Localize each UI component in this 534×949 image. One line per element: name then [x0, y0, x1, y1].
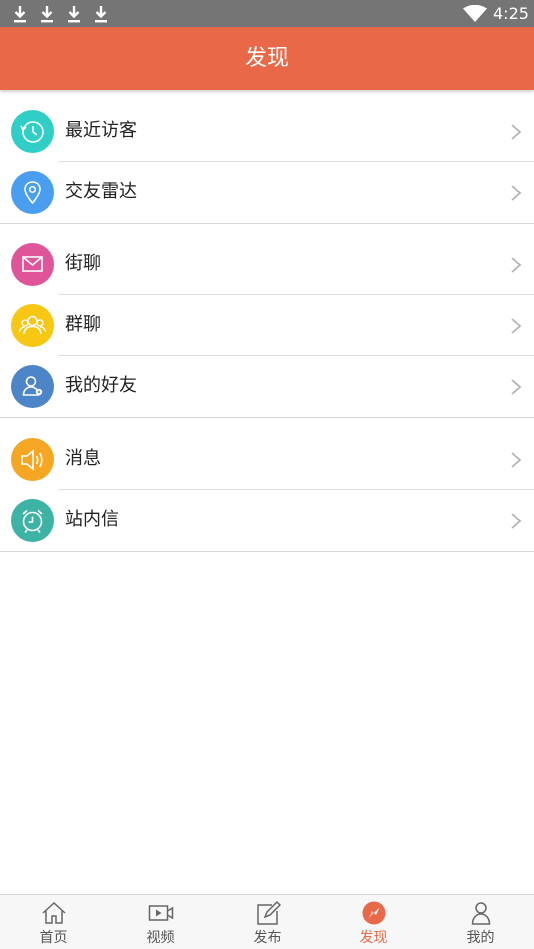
chevron-right-icon	[511, 185, 522, 201]
download-icon	[14, 6, 26, 23]
compass-icon	[362, 901, 386, 925]
edit-icon	[257, 900, 281, 925]
chevron-right-icon	[511, 318, 522, 334]
menu-group-3: 消息 站内信	[0, 429, 534, 552]
menu-item-label: 我的好友	[65, 375, 137, 396]
wifi-icon	[463, 5, 487, 22]
nav-item-home[interactable]: 首页	[0, 895, 107, 949]
menu-item-label: 群聊	[65, 314, 101, 335]
menu-item-label: 最近访客	[65, 120, 137, 141]
nav-label: 视频	[146, 930, 175, 946]
nav-label: 发布	[253, 930, 282, 946]
menu-item-site-mail[interactable]: 站内信	[0, 490, 534, 551]
app-header: 发现	[0, 27, 534, 90]
download-icon	[68, 6, 80, 23]
menu-item-label: 站内信	[65, 509, 119, 530]
menu-item-label: 消息	[65, 448, 101, 469]
nav-label: 首页	[39, 930, 68, 946]
menu-item-street-chat[interactable]: 街聊	[0, 234, 534, 295]
speaker-icon	[11, 438, 54, 481]
alarm-clock-icon	[11, 499, 54, 542]
menu-item-label: 交友雷达	[65, 181, 137, 202]
nav-label: 我的	[466, 930, 495, 946]
menu-item-my-friends[interactable]: 我的好友	[0, 356, 534, 417]
status-time: 4:25	[493, 4, 529, 23]
recent-visitors-icon	[11, 110, 54, 153]
page-title: 发现	[244, 46, 289, 71]
menu-item-recent-visitors[interactable]: 最近访客	[0, 101, 534, 162]
nav-item-discover[interactable]: 发现	[320, 895, 427, 949]
chevron-right-icon	[511, 379, 522, 395]
user-icon	[471, 902, 491, 925]
nav-item-publish[interactable]: 发布	[214, 895, 321, 949]
menu-group-1: 最近访客 交友雷达	[0, 101, 534, 224]
bottom-nav: 首页 视频 发布 发现 我的	[0, 894, 534, 949]
menu-item-group-chat[interactable]: 群聊	[0, 295, 534, 356]
menu-group-2: 街聊 群聊 我的好友	[0, 234, 534, 418]
status-bar: 4:25	[0, 0, 534, 27]
location-pin-icon	[11, 171, 54, 214]
menu-item-label: 街聊	[65, 253, 101, 274]
nav-label: 发现	[359, 930, 388, 946]
menu-item-friend-radar[interactable]: 交友雷达	[0, 162, 534, 223]
group-users-icon	[11, 304, 54, 347]
chevron-right-icon	[511, 513, 522, 529]
chevron-right-icon	[511, 124, 522, 140]
menu-item-messages[interactable]: 消息	[0, 429, 534, 490]
home-icon	[42, 901, 66, 924]
mail-icon	[11, 243, 54, 286]
chevron-right-icon	[511, 257, 522, 273]
nav-item-mine[interactable]: 我的	[427, 895, 534, 949]
nav-item-video[interactable]: 视频	[107, 895, 214, 949]
friend-icon	[11, 365, 54, 408]
chevron-right-icon	[511, 452, 522, 468]
video-icon	[148, 905, 174, 921]
download-icon	[41, 6, 53, 23]
download-icon	[95, 6, 107, 23]
